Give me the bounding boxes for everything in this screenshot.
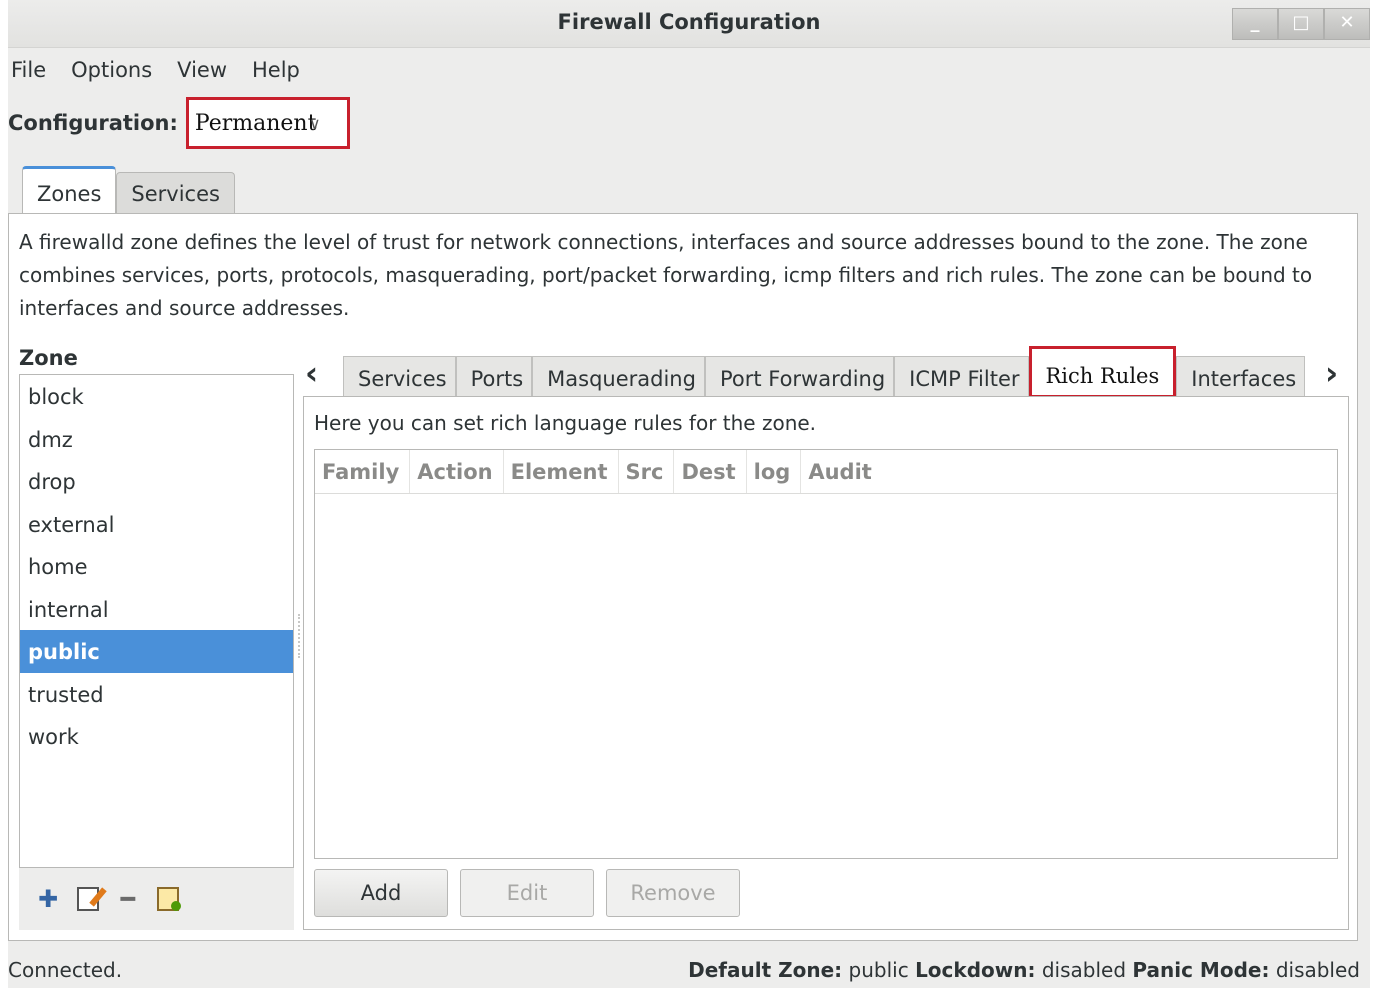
close-button[interactable]: ✕ — [1324, 8, 1370, 40]
zone-list-label: Zone — [19, 346, 78, 370]
configuration-row: Configuration: Permanent ∨ — [8, 97, 350, 149]
rich-rules-description: Here you can set rich language rules for… — [314, 411, 817, 435]
add-button[interactable]: Add — [314, 869, 448, 917]
maximize-button[interactable]: □ — [1278, 8, 1324, 40]
column-log[interactable]: log — [747, 450, 802, 493]
window-title: Firewall Configuration — [557, 10, 821, 34]
pane-resize-handle[interactable] — [298, 614, 302, 658]
chevron-left-icon[interactable]: ‹ — [305, 354, 318, 392]
default-zone-label: Default Zone: — [688, 958, 843, 982]
rich-rules-panel: Here you can set rich language rules for… — [303, 396, 1349, 930]
configuration-value: Permanent — [194, 110, 317, 136]
configuration-select[interactable]: Permanent ∨ — [185, 97, 350, 149]
minimize-button[interactable]: _ — [1232, 8, 1278, 40]
menu-options[interactable]: Options — [70, 54, 164, 86]
table-header: Family Action Element Src Dest log Audit — [315, 450, 1337, 494]
zone-item-dmz[interactable]: dmz — [20, 418, 293, 461]
zone-item-block[interactable]: block — [20, 375, 293, 418]
lockdown-label: Lockdown: — [915, 958, 1036, 982]
panic-mode-value: disabled — [1275, 958, 1360, 982]
column-audit[interactable]: Audit — [801, 450, 881, 493]
zone-setting-tabs: Services Ports Masquerading Port Forward… — [343, 346, 1306, 398]
connection-status: Connected. — [8, 958, 123, 982]
window-controls: _ □ ✕ — [1232, 8, 1370, 40]
tab-interfaces[interactable]: Interfaces — [1176, 356, 1306, 398]
chevron-right-icon[interactable]: › — [1325, 354, 1338, 392]
load-defaults-icon[interactable] — [157, 887, 181, 911]
firewall-window: Firewall Configuration _ □ ✕ File Option… — [8, 0, 1370, 988]
edit-icon[interactable] — [77, 887, 99, 911]
zone-description: A firewalld zone defines the level of tr… — [19, 230, 1313, 320]
zone-item-trusted[interactable]: trusted — [20, 673, 293, 716]
tab-icmp-filter[interactable]: ICMP Filter — [894, 356, 1029, 398]
tab-port-forwarding[interactable]: Port Forwarding — [704, 356, 895, 398]
tab-masquerading[interactable]: Masquerading — [532, 356, 705, 398]
column-action[interactable]: Action — [410, 450, 504, 493]
panic-mode-label: Panic Mode: — [1132, 958, 1270, 982]
configuration-label: Configuration: — [8, 111, 178, 135]
tab-zones[interactable]: Zones — [22, 166, 117, 214]
remove-button[interactable]: Remove — [606, 869, 740, 917]
menu-help[interactable]: Help — [251, 54, 312, 86]
column-element[interactable]: Element — [504, 450, 619, 493]
menubar: File Options View Help — [10, 54, 324, 86]
chevron-down-icon: ∨ — [308, 114, 321, 133]
statusbar: Connected. Default Zone: public Lockdown… — [8, 952, 1370, 988]
tab-ports[interactable]: Ports — [455, 356, 533, 398]
edit-button[interactable]: Edit — [460, 869, 594, 917]
zone-item-work[interactable]: work — [20, 715, 293, 758]
lockdown-value: disabled — [1041, 958, 1127, 982]
zones-panel: A firewalld zone defines the level of tr… — [8, 213, 1358, 941]
zone-item-external[interactable]: external — [20, 503, 293, 546]
zone-toolbar: ✚ ━ — [19, 868, 294, 930]
column-dest[interactable]: Dest — [674, 450, 747, 493]
tab-services[interactable]: Services — [116, 172, 235, 214]
zone-list[interactable]: block dmz drop external home internal pu… — [19, 374, 294, 868]
column-family[interactable]: Family — [315, 450, 411, 493]
tab-rich-rules[interactable]: Rich Rules — [1028, 346, 1177, 398]
column-src[interactable]: Src — [619, 450, 675, 493]
tab-zone-services[interactable]: Services — [343, 356, 456, 398]
status-summary: Default Zone: public Lockdown: disabled … — [688, 958, 1360, 982]
main-tabs: Zones Services — [22, 166, 235, 214]
zone-item-home[interactable]: home — [20, 545, 293, 588]
menu-file[interactable]: File — [10, 54, 58, 86]
zone-item-drop[interactable]: drop — [20, 460, 293, 503]
add-icon[interactable]: ✚ — [35, 885, 61, 913]
remove-icon[interactable]: ━ — [115, 885, 141, 913]
zone-item-public[interactable]: public — [20, 630, 293, 673]
titlebar: Firewall Configuration _ □ ✕ — [8, 0, 1370, 48]
zone-item-internal[interactable]: internal — [20, 588, 293, 631]
default-zone-value: public — [848, 958, 909, 982]
rich-rules-table[interactable]: Family Action Element Src Dest log Audit — [314, 449, 1338, 859]
rich-rules-buttons: Add Edit Remove — [314, 869, 740, 917]
menu-view[interactable]: View — [176, 54, 239, 86]
